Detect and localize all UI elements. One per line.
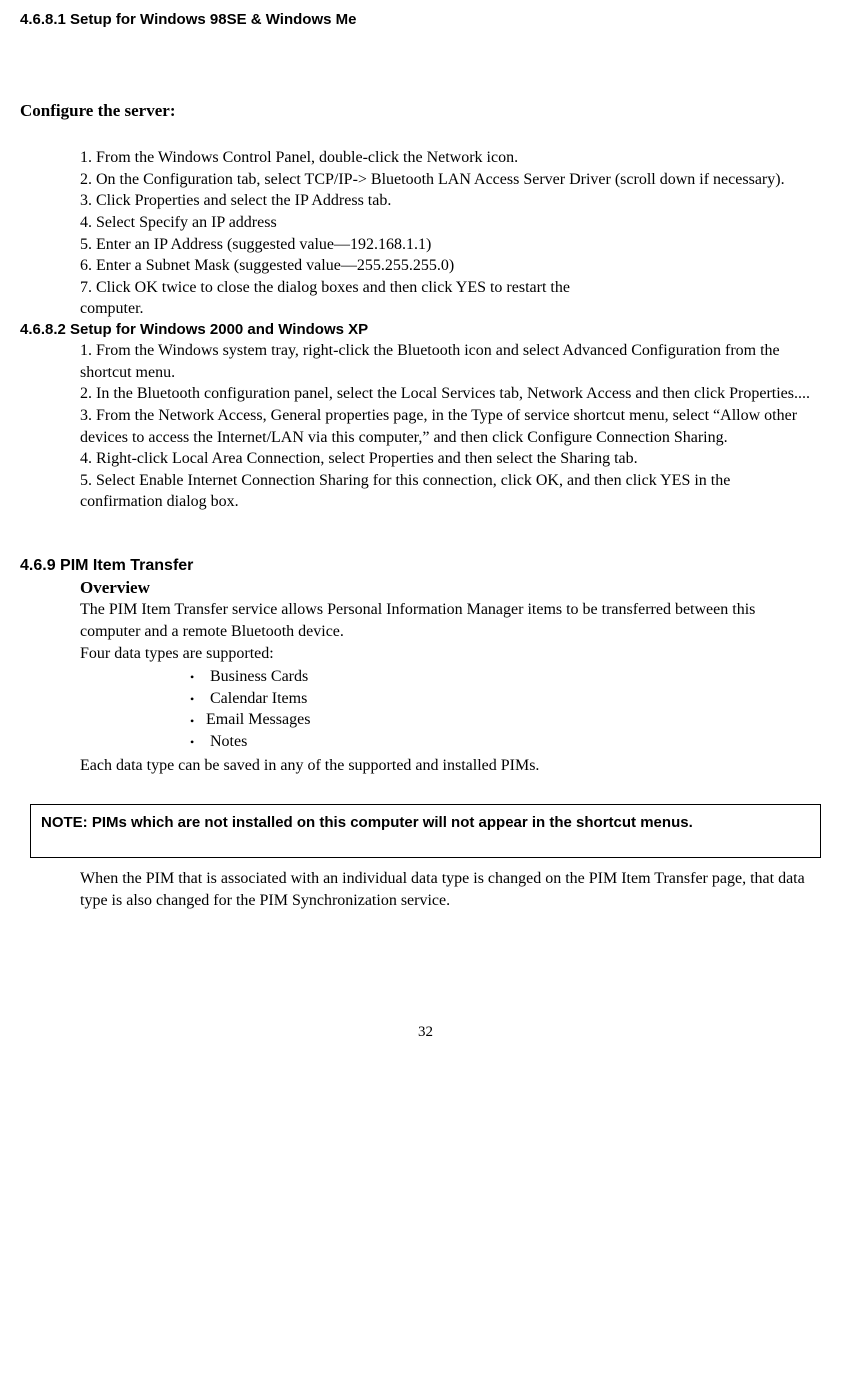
bullet-business-cards: Business Cards xyxy=(190,666,831,688)
pim-p1: The PIM Item Transfer service allows Per… xyxy=(80,599,811,642)
heading-4682: 4.6.8.2 Setup for Windows 2000 and Windo… xyxy=(20,320,831,340)
bullet-list: Business Cards Calendar Items Email Mess… xyxy=(190,666,831,752)
pim-section: Overview The PIM Item Transfer service a… xyxy=(80,577,811,665)
pim-p4-wrap: When the PIM that is associated with an … xyxy=(80,868,811,911)
bullet-email-messages: Email Messages xyxy=(190,709,831,731)
step-b5: 5. Select Enable Internet Connection Sha… xyxy=(80,470,811,513)
overview-heading: Overview xyxy=(80,577,811,600)
step-b2: 2. In the Bluetooth configuration panel,… xyxy=(80,383,811,405)
step-a5: 5. Enter an IP Address (suggested value—… xyxy=(80,234,811,256)
step-b1: 1. From the Windows system tray, right-c… xyxy=(80,340,811,383)
pim-p3-wrap: Each data type can be saved in any of th… xyxy=(80,755,811,777)
pim-p4: When the PIM that is associated with an … xyxy=(80,868,811,911)
step-a7b: computer. xyxy=(80,298,811,320)
note-box: NOTE: PIMs which are not installed on th… xyxy=(30,804,821,858)
configure-server-heading: Configure the server: xyxy=(20,100,831,123)
step-a3: 3. Click Properties and select the IP Ad… xyxy=(80,190,811,212)
step-a6: 6. Enter a Subnet Mask (suggested value—… xyxy=(80,255,811,277)
steps-2000xp: 1. From the Windows system tray, right-c… xyxy=(80,340,811,513)
bullet-calendar-items: Calendar Items xyxy=(190,688,831,710)
steps-98se: 1. From the Windows Control Panel, doubl… xyxy=(80,147,811,320)
heading-4681: 4.6.8.1 Setup for Windows 98SE & Windows… xyxy=(20,10,831,30)
pim-p2: Four data types are supported: xyxy=(80,643,811,665)
step-a2: 2. On the Configuration tab, select TCP/… xyxy=(80,169,811,191)
pim-p3: Each data type can be saved in any of th… xyxy=(80,755,811,777)
step-a1: 1. From the Windows Control Panel, doubl… xyxy=(80,147,811,169)
step-a4: 4. Select Specify an IP address xyxy=(80,212,811,234)
heading-469: 4.6.9 PIM Item Transfer xyxy=(20,555,831,577)
bullet-notes: Notes xyxy=(190,731,831,753)
page-number: 32 xyxy=(20,1022,831,1042)
step-b3: 3. From the Network Access, General prop… xyxy=(80,405,811,448)
step-b4: 4. Right-click Local Area Connection, se… xyxy=(80,448,811,470)
step-a7: 7. Click OK twice to close the dialog bo… xyxy=(80,277,811,299)
